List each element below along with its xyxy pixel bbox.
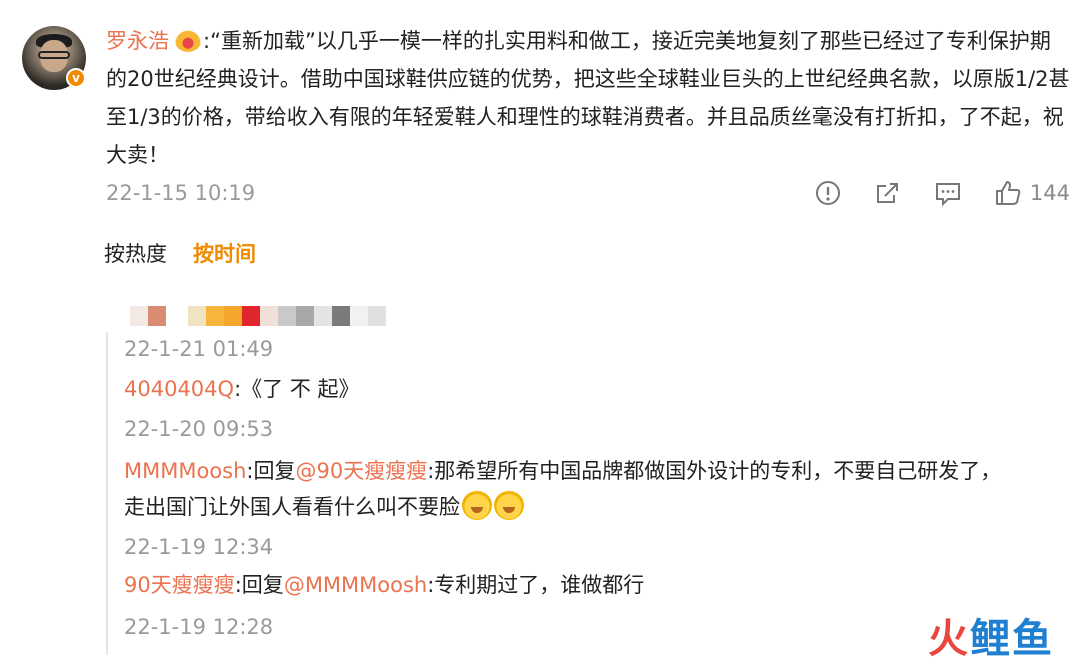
comment-icon[interactable] xyxy=(934,179,962,207)
reply-prefix: :回复 xyxy=(246,459,296,483)
watermark-part2: 鲤鱼 xyxy=(970,616,1054,662)
comment-timestamp: 22-1-19 12:34 xyxy=(124,535,274,559)
post-body: 罗永浩:“重新加载”以几乎一模一样的扎实用料和做工，接近完美地复刻了那些已经过了… xyxy=(106,22,1070,174)
comment-item: 4040404Q:《了 不 起》 xyxy=(124,370,360,408)
post-meta: 22-1-15 10:19 144 xyxy=(106,176,1070,210)
comment-sort-tabs: 按热度 按时间 xyxy=(104,238,282,270)
laughing-emoji-icon xyxy=(462,490,492,520)
share-icon[interactable] xyxy=(874,179,902,207)
reply-prefix: :回复 xyxy=(234,573,284,597)
laughing-emoji-icon xyxy=(494,490,524,520)
avatar-glasses xyxy=(38,51,70,59)
post-actions: 144 xyxy=(782,176,1070,210)
like-count: 144 xyxy=(1029,181,1070,205)
comment-username[interactable]: 4040404Q xyxy=(124,377,234,401)
watermark-logo: 火鲤鱼 xyxy=(928,606,1054,664)
mention-link[interactable]: @MMMMoosh xyxy=(284,573,427,597)
like-icon[interactable] xyxy=(994,179,1022,207)
crown-icon xyxy=(175,30,201,52)
post-timestamp: 22-1-15 10:19 xyxy=(106,181,256,205)
comment-text: 走出国门让外国人看看什么叫不要脸 xyxy=(124,495,460,519)
comment-timestamp: 22-1-21 01:49 xyxy=(124,337,274,361)
comment-item: MMMMoosh:回复@90天瘦瘦瘦:那希望所有中国品牌都做国外设计的专利，不要… xyxy=(124,452,1001,490)
watermark-part1: 火 xyxy=(928,616,970,662)
mention-link[interactable]: @90天瘦瘦瘦 xyxy=(296,459,428,483)
comment-text: :专利期过了，谁做都行 xyxy=(427,573,645,597)
post-author[interactable]: 罗永浩 xyxy=(106,29,169,53)
comment-timestamp: 22-1-20 09:53 xyxy=(124,417,274,441)
comment-text: :那希望所有中国品牌都做国外设计的专利，不要自己研发了， xyxy=(427,459,1002,483)
comment-item-continued: 走出国门让外国人看看什么叫不要脸 xyxy=(124,488,524,526)
blurred-username xyxy=(130,306,386,326)
tab-sort-hot[interactable]: 按热度 xyxy=(104,242,167,266)
verified-badge-icon: v xyxy=(66,68,86,88)
comment-timestamp: 22-1-19 12:28 xyxy=(124,615,274,639)
tab-sort-time[interactable]: 按时间 xyxy=(193,242,256,266)
comment-item: 90天瘦瘦瘦:回复@MMMMoosh:专利期过了，谁做都行 xyxy=(124,566,644,604)
comment-username[interactable]: MMMMoosh xyxy=(124,459,246,483)
report-icon[interactable] xyxy=(814,179,842,207)
comment-text: :《了 不 起》 xyxy=(234,377,360,401)
post-text: :“重新加载”以几乎一模一样的扎实用料和做工，接近完美地复刻了那些已经过了专利保… xyxy=(106,29,1070,167)
comment-username[interactable]: 90天瘦瘦瘦 xyxy=(124,573,235,597)
